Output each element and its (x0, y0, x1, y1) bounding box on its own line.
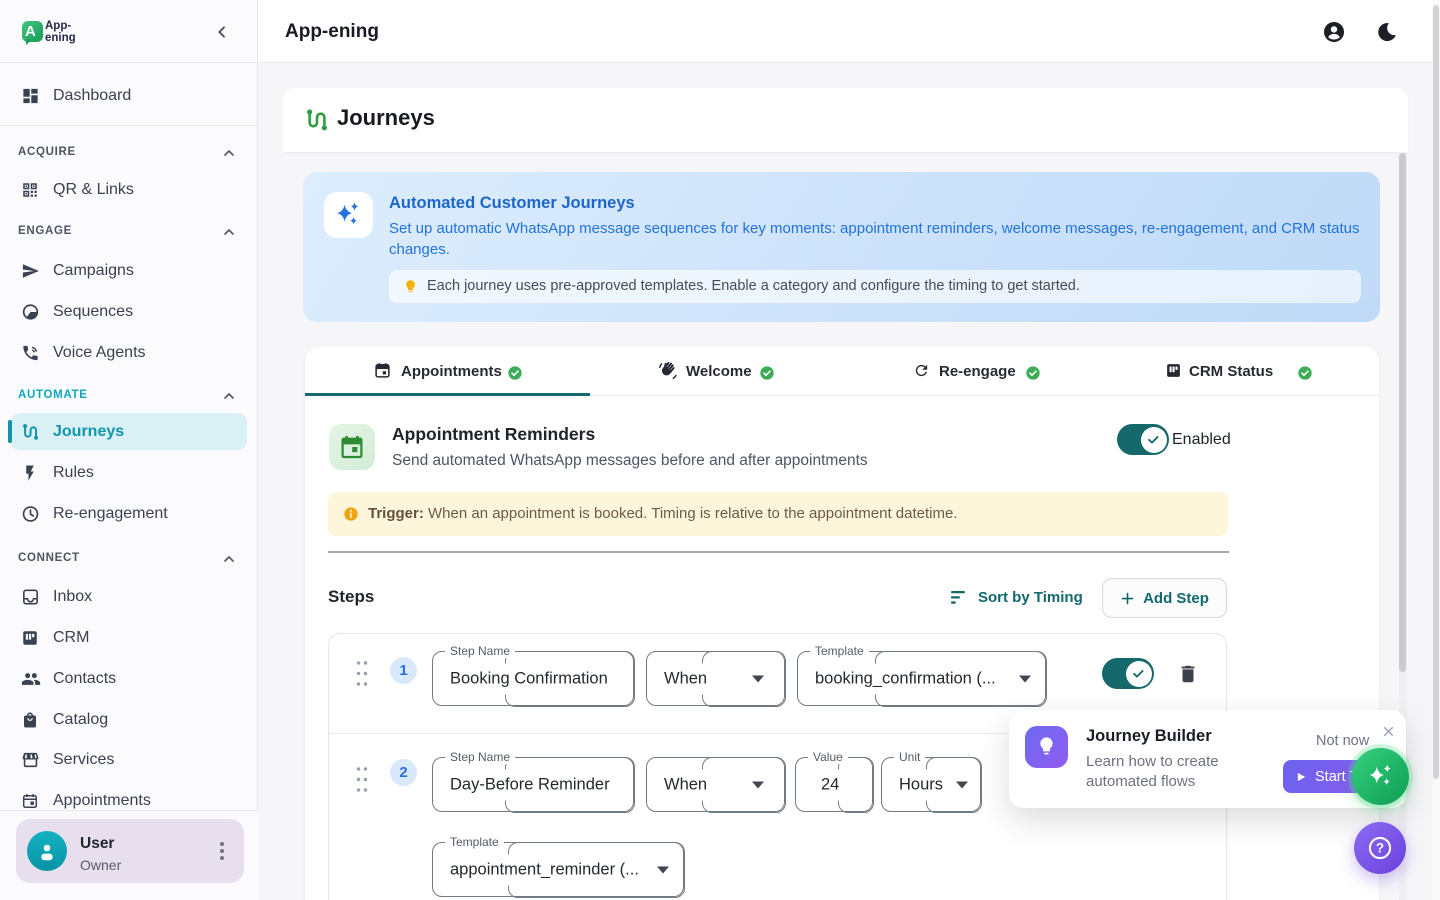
svg-text:?: ? (1376, 841, 1384, 856)
